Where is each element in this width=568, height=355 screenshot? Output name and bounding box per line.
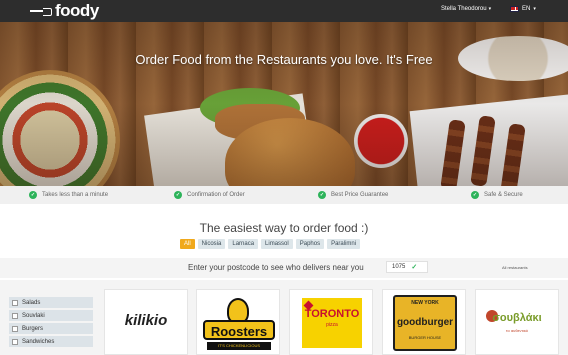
check-icon: ✓: [318, 191, 326, 199]
category-label: Salads: [22, 299, 41, 306]
top-navbar: foody Stella Theodorou ▾ EN ▾: [0, 0, 568, 22]
hero-overlay: [0, 22, 568, 186]
postcode-input[interactable]: 1075 ✓: [386, 261, 428, 273]
category-label: Burgers: [22, 325, 44, 332]
feature-item: ✓ Confirmation of Order: [174, 191, 245, 199]
fork-icon: [30, 7, 52, 16]
feature-item: ✓ Best Price Guarantee: [318, 191, 388, 199]
category-label: Souvlaki: [22, 312, 45, 319]
goodburger-name: goodburger: [396, 317, 454, 328]
feature-label: Confirmation of Order: [187, 192, 245, 198]
category-label: Sandwiches: [22, 338, 55, 345]
checkbox-icon: [12, 299, 18, 306]
city-tab-paralimni[interactable]: Paralimni: [327, 239, 361, 249]
city-tab-paphos[interactable]: Paphos: [295, 239, 325, 249]
user-menu[interactable]: Stella Theodorou ▾: [441, 6, 491, 12]
all-restaurants-link[interactable]: All restaurants: [502, 265, 528, 270]
language-menu[interactable]: EN ▾: [510, 6, 536, 12]
restaurant-card-souvlaki[interactable]: σουβλάκι το αυθεντικό: [475, 289, 559, 355]
feature-item: ✓ Takes less than a minute: [29, 191, 108, 199]
city-tab-limassol[interactable]: Limassol: [261, 239, 293, 249]
check-icon: ✓: [471, 191, 479, 199]
category-item-burgers[interactable]: Burgers: [9, 323, 93, 334]
postcode-label: Enter your postcode to see who delivers …: [188, 263, 364, 272]
feature-label: Best Price Guarantee: [331, 192, 389, 198]
foody-logo[interactable]: foody: [30, 1, 99, 21]
city-tab-all[interactable]: All: [180, 239, 195, 249]
toronto-logo: TORONTO pizza: [302, 298, 362, 348]
postcode-bar: Enter your postcode to see who delivers …: [0, 258, 568, 278]
roosters-name: Roosters: [203, 320, 275, 340]
feature-item: ✓ Safe & Secure: [471, 191, 523, 199]
category-item-salads[interactable]: Salads: [9, 297, 93, 308]
restaurant-card-kilikio[interactable]: kilikio: [104, 289, 188, 355]
category-sidebar: Salads Souvlaki Burgers Sandwiches: [9, 297, 93, 349]
feature-label: Takes less than a minute: [42, 192, 109, 198]
restaurant-card-goodburger[interactable]: NEW YORK goodburger BURGER HOUSE: [382, 289, 466, 355]
chevron-down-icon: ▾: [533, 6, 536, 12]
logo-text: foody: [55, 1, 99, 20]
restaurant-card-roosters[interactable]: Roosters IT'S CHICKENLICIOUS: [196, 289, 280, 355]
user-name: Stella Theodorou: [441, 6, 487, 12]
category-item-souvlaki[interactable]: Souvlaki: [9, 310, 93, 321]
category-item-sandwiches[interactable]: Sandwiches: [9, 336, 93, 347]
uk-flag-icon: [510, 6, 519, 12]
chevron-down-icon: ▾: [488, 6, 492, 12]
features-bar: ✓ Takes less than a minute ✓ Confirmatio…: [0, 186, 568, 204]
kilikio-logo: kilikio: [124, 312, 168, 329]
roosters-slogan: IT'S CHICKENLICIOUS: [207, 342, 271, 350]
restaurant-card-toronto[interactable]: TORONTO pizza: [289, 289, 373, 355]
feature-label: Safe & Secure: [484, 192, 523, 198]
goodburger-subtitle: BURGER HOUSE: [408, 335, 442, 340]
checkbox-icon: [12, 338, 18, 345]
check-icon: ✓: [29, 191, 37, 199]
city-filter: All Nicosia Larnaca Limassol Paphos Para…: [180, 239, 361, 249]
toronto-subtitle: pizza: [326, 322, 338, 328]
check-icon: ✓: [174, 191, 182, 199]
toronto-name: TORONTO: [304, 308, 360, 320]
goodburger-logo: NEW YORK goodburger BURGER HOUSE: [393, 295, 457, 351]
hero-title: Order Food from the Restaurants you love…: [135, 52, 433, 67]
hero-banner: Order Food from the Restaurants you love…: [0, 22, 568, 186]
goodburger-top: NEW YORK: [411, 300, 439, 306]
checkbox-icon: [12, 312, 18, 319]
city-tab-larnaca[interactable]: Larnaca: [228, 239, 259, 249]
postcode-value: 1075: [392, 264, 406, 270]
souvlaki-subtitle: το αυθεντικό: [505, 328, 528, 333]
restaurant-section: Salads Souvlaki Burgers Sandwiches kilik…: [0, 280, 568, 355]
roosters-logo: Roosters IT'S CHICKENLICIOUS: [203, 298, 275, 350]
check-icon: ✓: [411, 264, 418, 271]
checkbox-icon: [12, 325, 18, 332]
souvlaki-name: σουβλάκι: [492, 312, 542, 324]
city-tab-nicosia[interactable]: Nicosia: [197, 239, 226, 249]
tagline: The easiest way to order food :): [199, 221, 369, 235]
language-label: EN: [522, 6, 531, 12]
